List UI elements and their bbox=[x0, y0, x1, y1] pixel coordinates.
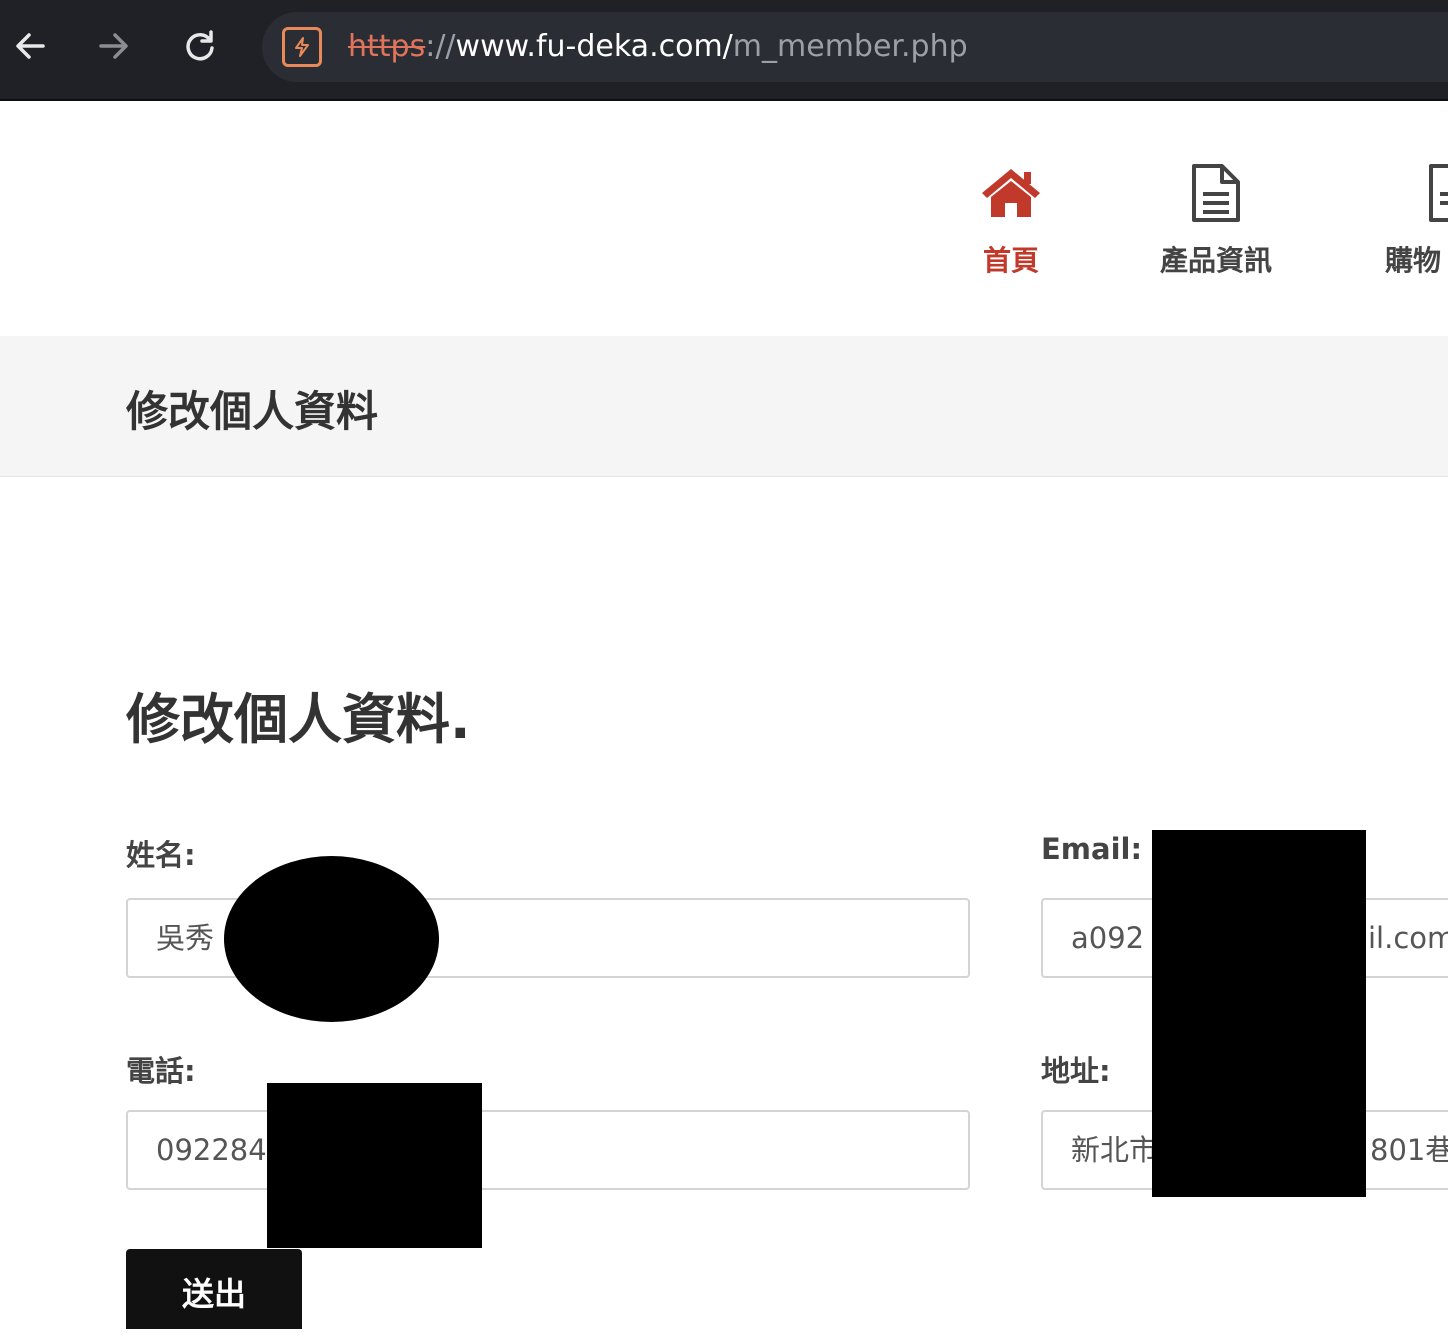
address-value: 新北市 bbox=[1071, 1133, 1159, 1167]
email-label: Email: bbox=[1041, 832, 1143, 866]
redaction-mark bbox=[224, 856, 439, 1022]
document-icon bbox=[1192, 164, 1240, 222]
nav-item-label: 產品資訊 bbox=[1159, 244, 1272, 277]
url-scheme: https bbox=[348, 29, 426, 64]
redaction-mark bbox=[267, 1083, 482, 1248]
back-button[interactable] bbox=[6, 22, 54, 70]
redaction-mark bbox=[1152, 830, 1366, 1197]
nav-item-shopping[interactable]: 購物 bbox=[1385, 161, 1448, 279]
email-value: a092 bbox=[1071, 921, 1145, 955]
reload-button[interactable] bbox=[176, 22, 224, 70]
url-host: www.fu-deka.com/ bbox=[455, 29, 733, 64]
site-navigation: 首頁 產品資訊 購物 bbox=[0, 103, 1448, 336]
page-title: 修改個人資料 bbox=[126, 387, 379, 436]
nav-item-home[interactable]: 首頁 bbox=[966, 161, 1056, 279]
form-title: 修改個人資料. bbox=[126, 688, 471, 751]
url-text[interactable]: https://www.fu-deka.com/m_member.php bbox=[348, 27, 968, 67]
address-label: 地址: bbox=[1041, 1054, 1111, 1088]
submit-button[interactable]: 送出 bbox=[126, 1249, 302, 1329]
nav-item-label: 購物 bbox=[1385, 244, 1442, 277]
arrow-left-icon bbox=[16, 33, 45, 59]
url-path: m_member.php bbox=[732, 29, 968, 64]
url-separator: :// bbox=[425, 29, 456, 64]
forward-button[interactable] bbox=[90, 22, 138, 70]
email-value-tail: il.com bbox=[1368, 921, 1448, 955]
reload-icon bbox=[186, 30, 214, 61]
page-header-band: 修改個人資料 bbox=[0, 336, 1448, 477]
home-icon bbox=[982, 169, 1040, 217]
phone-input[interactable]: 092284 bbox=[126, 1110, 970, 1190]
name-label: 姓名: bbox=[126, 838, 196, 872]
name-value: 吳秀 bbox=[156, 921, 215, 955]
nav-item-products[interactable]: 產品資訊 bbox=[1146, 161, 1286, 279]
insecure-site-icon[interactable] bbox=[282, 27, 322, 67]
arrow-right-icon bbox=[99, 33, 128, 59]
phone-value: 092284 bbox=[156, 1133, 267, 1167]
nav-item-label: 首頁 bbox=[982, 244, 1039, 277]
address-value-tail: 801巷 bbox=[1370, 1133, 1448, 1167]
cart-document-icon bbox=[1429, 164, 1448, 222]
browser-toolbar: https://www.fu-deka.com/m_member.php bbox=[0, 0, 1448, 101]
phone-label: 電話: bbox=[126, 1054, 196, 1088]
